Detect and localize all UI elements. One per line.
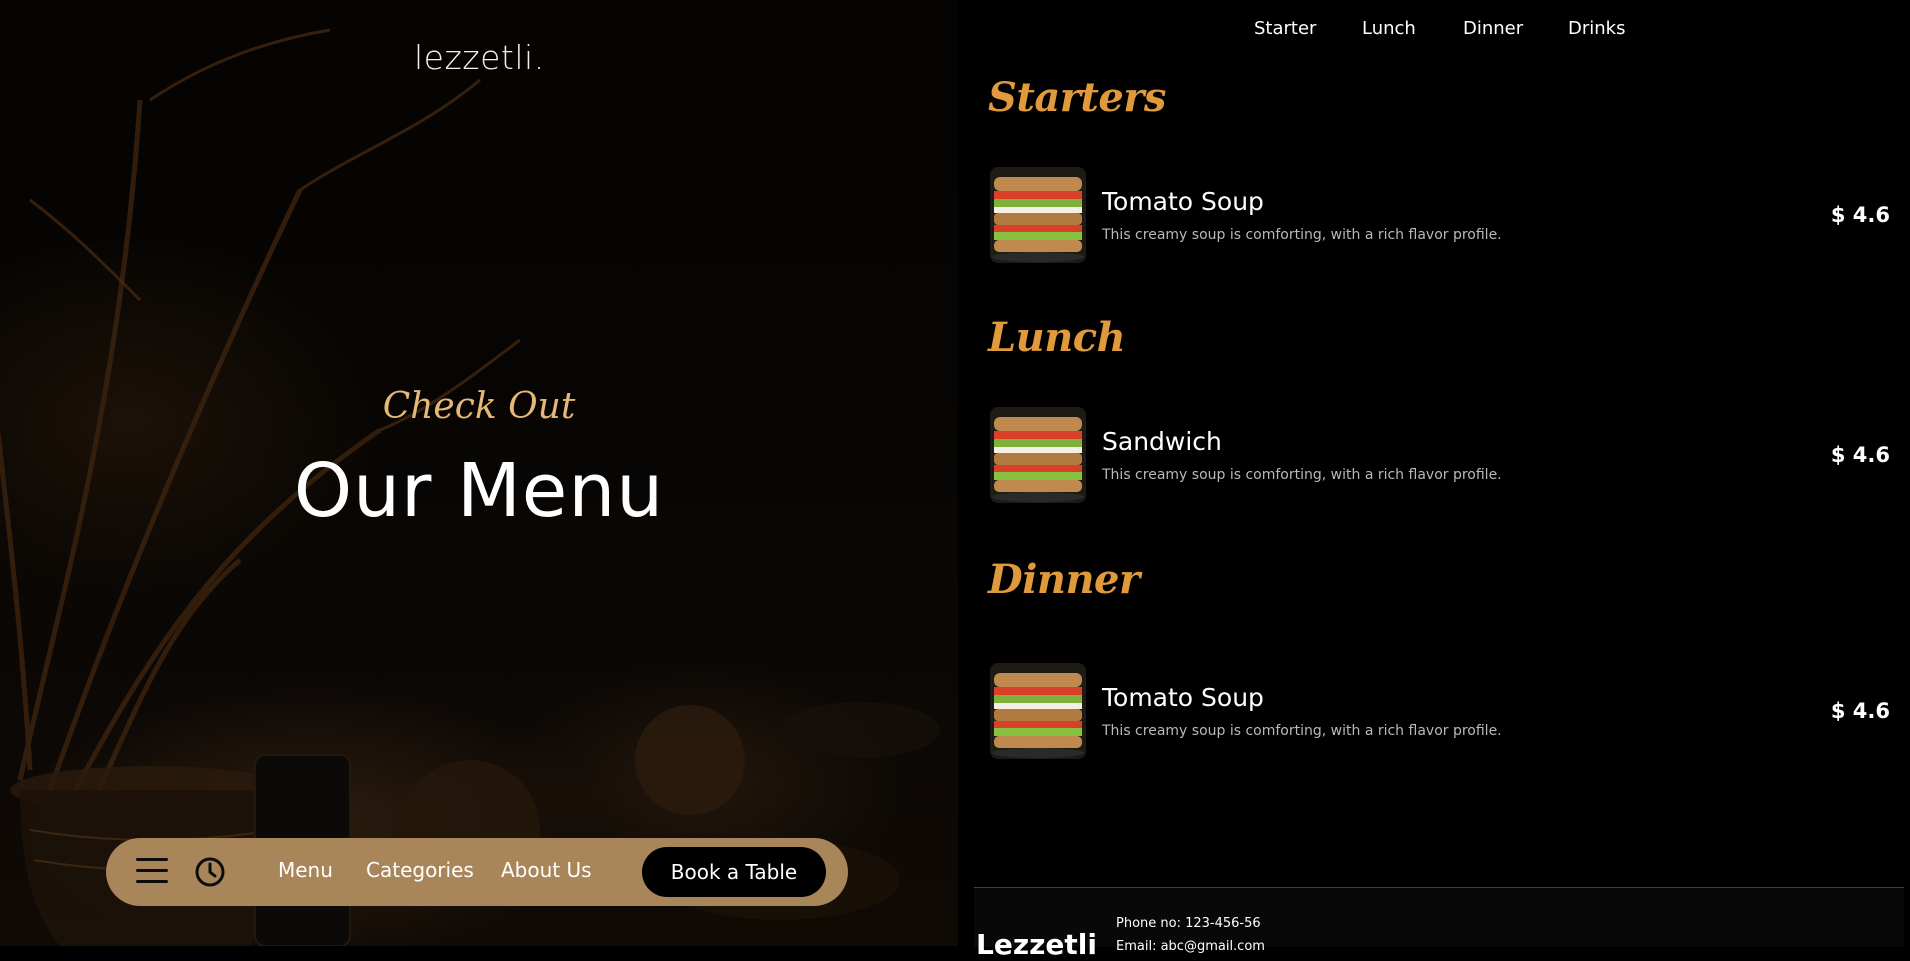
hero-subtitle: Check Out <box>382 386 576 427</box>
item-price: $ 4.6 <box>1830 699 1890 723</box>
item-price: $ 4.6 <box>1830 443 1890 467</box>
tab-dinner[interactable]: Dinner <box>1463 18 1523 39</box>
item-description: This creamy soup is comforting, with a r… <box>1102 227 1502 243</box>
book-a-table-button[interactable]: Book a Table <box>642 847 826 897</box>
item-name: Tomato Soup <box>1102 683 1264 712</box>
footer: Lezzetli Phone no: 123-456-56 Email: abc… <box>974 887 1904 961</box>
nav-link-about-us[interactable]: About Us <box>501 858 592 882</box>
hamburger-menu-icon[interactable] <box>136 858 168 886</box>
item-description: This creamy soup is comforting, with a r… <box>1102 723 1502 739</box>
section-title-lunch: Lunch <box>988 314 1126 361</box>
sandwich-image <box>990 407 1086 503</box>
menu-item[interactable]: Sandwich This creamy soup is comforting,… <box>990 407 1890 503</box>
section-title-dinner: Dinner <box>988 556 1140 603</box>
item-price: $ 4.6 <box>1830 203 1890 227</box>
hero-title: Our Menu <box>293 448 665 534</box>
footer-logo: Lezzetli <box>976 928 1097 961</box>
nav-link-menu[interactable]: Menu <box>278 858 333 882</box>
menu-item[interactable]: Tomato Soup This creamy soup is comforti… <box>990 663 1890 759</box>
sandwich-image <box>990 167 1086 263</box>
section-title-starters: Starters <box>988 74 1166 121</box>
tab-drinks[interactable]: Drinks <box>1568 18 1625 39</box>
clock-icon[interactable] <box>194 856 226 888</box>
item-description: This creamy soup is comforting, with a r… <box>1102 467 1502 483</box>
brand-logo[interactable]: lezzetli. <box>414 38 545 77</box>
nav-link-categories[interactable]: Categories <box>366 858 474 882</box>
footer-email: Email: abc@gmail.com <box>1116 939 1265 954</box>
tab-starter[interactable]: Starter <box>1254 18 1316 39</box>
item-name: Tomato Soup <box>1102 187 1264 216</box>
item-name: Sandwich <box>1102 427 1222 456</box>
tab-lunch[interactable]: Lunch <box>1362 18 1416 39</box>
sandwich-image <box>990 663 1086 759</box>
hero-section: lezzetli. Check Out Our Menu Menu Catego… <box>0 0 958 946</box>
category-tabs: Starter Lunch Dinner Drinks <box>958 18 1910 42</box>
footer-phone: Phone no: 123-456-56 <box>1116 916 1261 931</box>
menu-item[interactable]: Tomato Soup This creamy soup is comforti… <box>990 167 1890 263</box>
bottom-navigation-bar: Menu Categories About Us Book a Table <box>106 838 848 906</box>
menu-panel: Starter Lunch Dinner Drinks Starters Tom… <box>958 0 1910 946</box>
